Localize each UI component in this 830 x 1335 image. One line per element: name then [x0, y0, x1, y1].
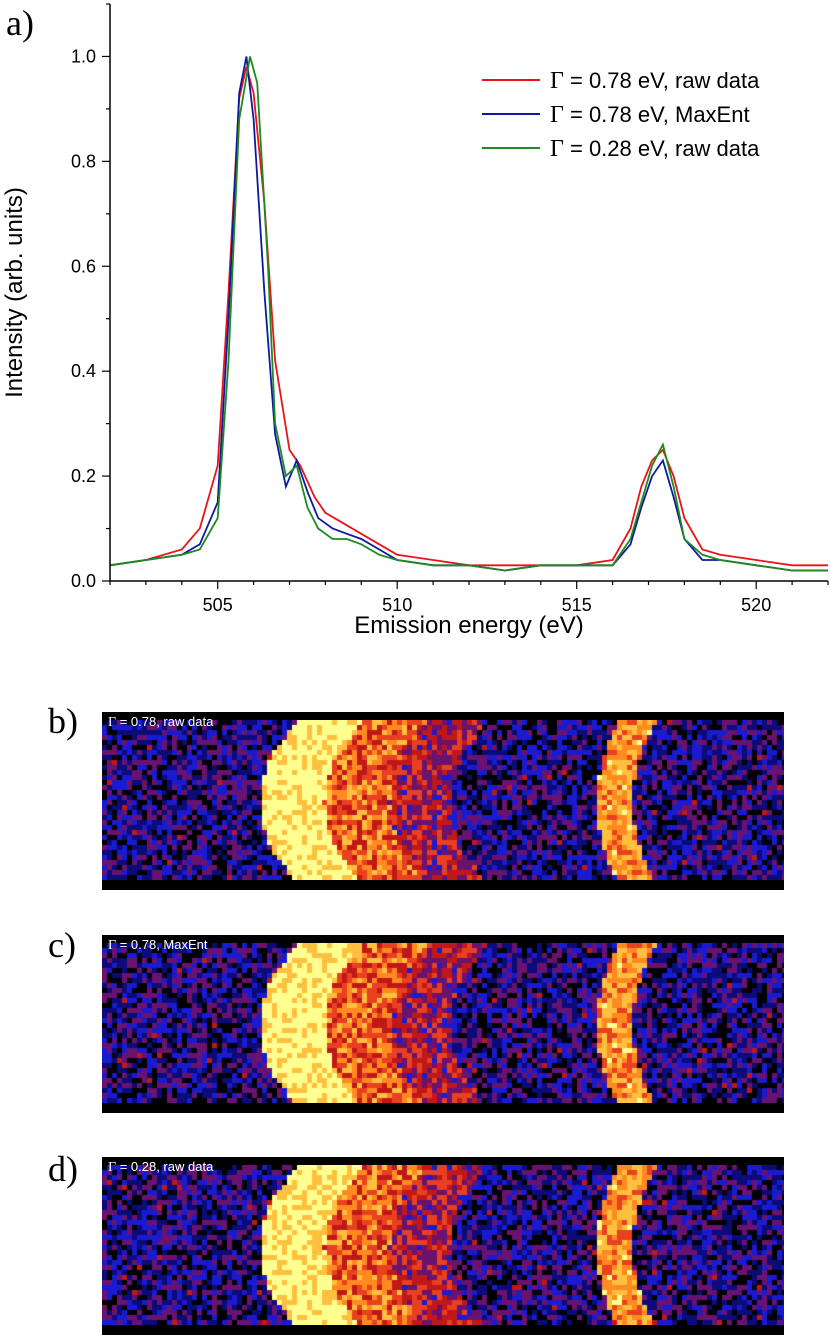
gamma-symbol: Γ — [108, 1160, 117, 1175]
y-axis-label: Intensity (arb. units) — [1, 187, 28, 398]
y-tick-label: 0.6 — [71, 256, 96, 276]
heatmap-panel-d: Γ = 0.28, raw data — [102, 1157, 784, 1335]
x-axis-label: Emission energy (eV) — [354, 612, 583, 639]
spectrum-chart: 505 510 515 5200.00.20.40.60.81.0 Emission … — [1, 3, 829, 639]
heatmap-d — [102, 1165, 784, 1325]
panel-label-b: b) — [48, 701, 78, 741]
x-tick-label: 520 — [741, 595, 771, 615]
heatmap-caption-d: Γ = 0.28, raw data — [108, 1159, 213, 1176]
panel-label-c: c) — [48, 925, 76, 965]
legend: Γ = 0.78 eV, raw data Γ = 0.78 eV, MaxEnt… — [482, 68, 760, 162]
heatmap-panel-b: Γ = 0.78, raw data — [102, 712, 784, 890]
heatmap-panel-c: Γ = 0.78, MaxEnt — [102, 935, 784, 1113]
y-tick-label: 1.0 — [71, 46, 96, 66]
heatmap-c — [102, 943, 784, 1103]
caption-text: = 0.78, MaxEnt — [116, 937, 208, 952]
y-tick-label: 0.8 — [71, 151, 96, 171]
series-line-1 — [109, 56, 828, 572]
panel-label-d: d) — [48, 1149, 78, 1189]
gamma-symbol: Γ — [108, 715, 117, 730]
legend-label-1: Γ = 0.78 eV, MaxEnt — [550, 102, 750, 128]
y-tick-label: 0.4 — [71, 361, 96, 381]
y-tick-label: 0.0 — [71, 571, 96, 591]
gamma-symbol: Γ — [108, 938, 117, 953]
caption-text: = 0.28, raw data — [116, 1159, 214, 1174]
heatmap-caption-b: Γ = 0.78, raw data — [108, 714, 213, 731]
caption-text: = 0.78, raw data — [116, 714, 214, 729]
legend-label-0: Γ = 0.78 eV, raw data — [550, 68, 760, 94]
heatmap-caption-c: Γ = 0.78, MaxEnt — [108, 937, 208, 954]
x-tick-label: 505 — [203, 595, 233, 615]
y-tick-label: 0.2 — [71, 466, 96, 486]
heatmap-b — [102, 720, 784, 880]
legend-label-2: Γ = 0.28 eV, raw data — [550, 136, 760, 162]
